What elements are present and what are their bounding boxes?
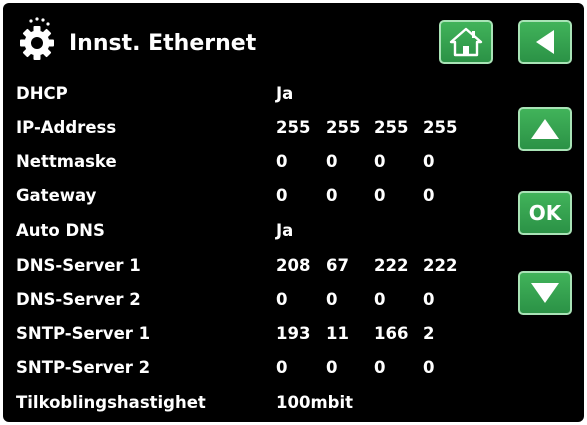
octet-3: 255 — [374, 118, 409, 137]
octet-2: 0 — [326, 358, 338, 377]
octet-2: 255 — [326, 118, 361, 137]
ethernet-settings-screen: Innst. Ethernet OK DHCP Ja IP-Address 25… — [3, 3, 584, 422]
octet-1: 255 — [276, 118, 311, 137]
back-arrow-icon — [536, 30, 554, 54]
octet-1: 0 — [276, 152, 288, 171]
octet-1: 0 — [276, 290, 288, 309]
home-button[interactable] — [439, 20, 493, 64]
setting-label: Nettmaske — [16, 152, 117, 171]
ok-button-label: OK — [528, 201, 562, 225]
back-button[interactable] — [518, 20, 572, 64]
setting-value: Ja — [276, 221, 294, 240]
octet-4: 0 — [423, 186, 435, 205]
octet-3: 0 — [374, 290, 386, 309]
setting-label: Auto DNS — [16, 221, 105, 240]
octet-3: 222 — [374, 256, 409, 275]
octet-4: 2 — [423, 324, 435, 343]
octet-2: 0 — [326, 186, 338, 205]
setting-label: DHCP — [16, 84, 68, 103]
octet-1: 0 — [276, 358, 288, 377]
settings-gear-icon — [17, 17, 61, 61]
octet-4: 0 — [423, 290, 435, 309]
octet-3: 0 — [374, 358, 386, 377]
octet-4: 0 — [423, 152, 435, 171]
octet-2: 67 — [326, 256, 349, 275]
setting-label: Gateway — [16, 186, 97, 205]
octet-2: 0 — [326, 152, 338, 171]
setting-value: Ja — [276, 84, 294, 103]
octet-4: 222 — [423, 256, 458, 275]
setting-label: DNS-Server 1 — [16, 256, 141, 275]
octet-1: 0 — [276, 186, 288, 205]
octet-3: 0 — [374, 186, 386, 205]
setting-label: IP-Address — [16, 118, 117, 137]
octet-3: 166 — [374, 324, 409, 343]
ok-button[interactable]: OK — [518, 191, 572, 235]
octet-2: 11 — [326, 324, 349, 343]
down-arrow-icon — [531, 283, 559, 303]
octet-1: 208 — [276, 256, 311, 275]
down-button[interactable] — [518, 271, 572, 315]
octet-2: 0 — [326, 290, 338, 309]
setting-label: SNTP-Server 1 — [16, 324, 151, 343]
octet-1: 193 — [276, 324, 311, 343]
up-arrow-icon — [531, 119, 559, 139]
setting-label: SNTP-Server 2 — [16, 358, 151, 377]
octet-4: 255 — [423, 118, 458, 137]
setting-label: Tilkoblingshastighet — [16, 393, 206, 412]
octet-3: 0 — [374, 152, 386, 171]
up-button[interactable] — [518, 107, 572, 151]
page-title: Innst. Ethernet — [69, 31, 257, 56]
home-icon — [449, 27, 483, 57]
setting-value: 100mbit — [276, 393, 353, 412]
octet-4: 0 — [423, 358, 435, 377]
setting-label: DNS-Server 2 — [16, 290, 141, 309]
